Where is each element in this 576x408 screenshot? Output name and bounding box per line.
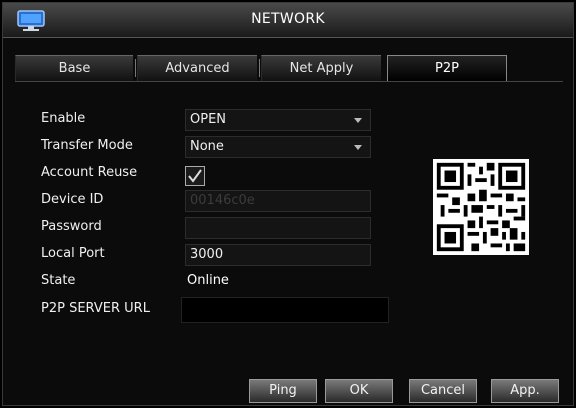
tab-bar: Base Advanced Net Apply P2P <box>15 55 563 81</box>
p2p-server-url-field[interactable] <box>181 297 389 323</box>
device-id-field[interactable]: 00146c0e <box>185 190 371 212</box>
account-reuse-label: Account Reuse <box>41 165 138 180</box>
device-id-label: Device ID <box>41 192 104 207</box>
enable-label: Enable <box>41 111 86 126</box>
tab-divider <box>135 59 136 77</box>
transfer-mode-value: None <box>190 139 224 154</box>
window-title: NETWORK <box>251 11 325 27</box>
tab-net-apply[interactable]: Net Apply <box>261 55 381 81</box>
transfer-mode-dropdown[interactable]: None <box>185 136 371 158</box>
tab-divider <box>259 59 260 77</box>
tab-base[interactable]: Base <box>15 55 133 81</box>
state-label: State <box>41 273 76 288</box>
password-field[interactable] <box>185 217 371 239</box>
tab-advanced[interactable]: Advanced <box>137 55 257 81</box>
ping-button[interactable]: Ping <box>249 379 317 403</box>
title-bar: NETWORK <box>3 3 573 38</box>
transfer-mode-label: Transfer Mode <box>41 138 133 153</box>
enable-value: OPEN <box>190 112 227 127</box>
ok-button[interactable]: OK <box>325 379 393 403</box>
local-port-label: Local Port <box>41 246 105 261</box>
enable-dropdown[interactable]: OPEN <box>185 109 371 131</box>
cancel-button[interactable]: Cancel <box>409 379 477 403</box>
qr-code-icon <box>433 159 529 255</box>
tab-p2p[interactable]: P2P <box>387 55 507 81</box>
chevron-down-icon <box>354 118 362 123</box>
checkmark-icon <box>188 169 202 183</box>
chevron-down-icon <box>354 145 362 150</box>
password-label: Password <box>41 219 102 234</box>
p2p-server-url-label: P2P SERVER URL <box>41 301 150 316</box>
account-reuse-checkbox[interactable] <box>185 166 205 186</box>
state-value: Online <box>187 273 229 288</box>
apply-button[interactable]: App. <box>491 379 559 403</box>
network-window: NETWORK Base Advanced Net Apply P2P Enab… <box>2 2 574 406</box>
tab-panel-divider <box>15 81 563 82</box>
local-port-field[interactable]: 3000 <box>185 244 371 266</box>
